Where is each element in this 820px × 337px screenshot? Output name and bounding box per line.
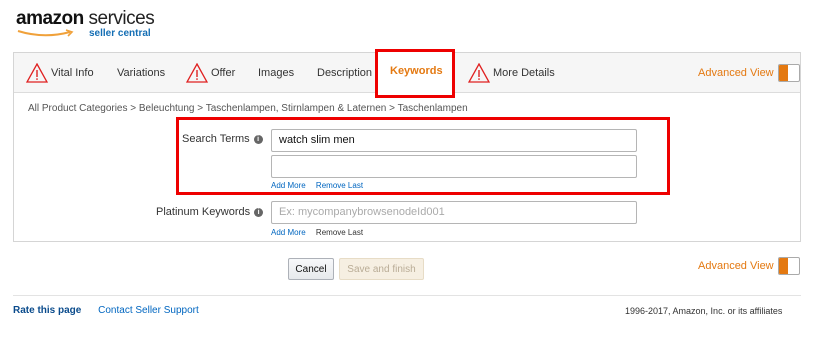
tab-label: Keywords [390,64,443,77]
footer-divider [13,295,801,296]
tab-label: Images [258,67,295,79]
tab-label: Vital Info [51,67,94,79]
platinum-keywords-input[interactable]: Ex: mycompanybrowsenodeId001 [271,201,637,224]
warning-icon [468,63,490,83]
contact-seller-support-link[interactable]: Contact Seller Support [98,305,199,316]
search-terms-highlight-box [176,117,670,195]
add-more-link[interactable]: Add More [271,228,306,237]
breadcrumb: All Product Categories > Beleuchtung > T… [28,103,468,114]
amazon-services-logo[interactable]: amazon services seller central [16,8,166,40]
advanced-view-label: Advanced View [698,260,774,272]
advanced-view-toggle-bottom[interactable]: Advanced View [698,257,800,275]
rate-this-page-link[interactable]: Rate this page [13,305,81,316]
tab-description[interactable]: Description [317,53,372,93]
tab-label: Offer [211,67,236,79]
warning-icon [26,63,48,83]
tab-label: More Details [493,67,555,79]
platinum-keywords-actions: Add More Remove Last [271,228,363,237]
tab-offer[interactable]: Offer [186,53,235,93]
tab-label: Variations [117,67,166,79]
warning-icon [186,63,208,83]
remove-last-link[interactable]: Remove Last [316,228,363,237]
logo-tagline: seller central [89,28,151,39]
tab-keywords[interactable]: Keywords [375,49,455,98]
advanced-view-label: Advanced View [698,67,774,79]
info-icon[interactable]: i [254,207,264,217]
tab-more-details[interactable]: More Details [468,53,555,93]
tab-variations[interactable]: Variations [117,53,165,93]
cancel-button[interactable]: Cancel [288,258,334,280]
copyright: 1996-2017, Amazon, Inc. or its affiliate… [625,306,783,316]
smile-arrow-icon [17,29,74,37]
toggle-switch[interactable] [777,257,800,275]
platinum-keywords-label: Platinum Keywords i [156,206,264,218]
footer-links: Rate this page Contact Seller Support [13,305,199,316]
tab-label: Description [317,67,373,79]
tab-images[interactable]: Images [258,53,294,93]
logo-wordmark: amazon services [16,8,155,29]
toggle-switch[interactable] [777,64,800,82]
save-and-finish-button[interactable]: Save and finish [339,258,424,280]
tab-vital-info[interactable]: Vital Info [26,53,94,93]
advanced-view-toggle-top[interactable]: Advanced View [698,64,800,82]
